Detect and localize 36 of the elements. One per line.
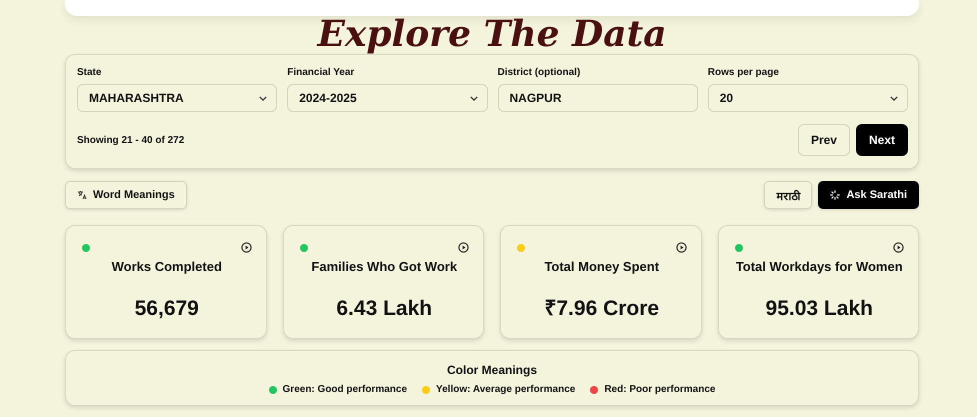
legend-label: Green: Good performance (282, 384, 407, 395)
metric-label: Families Who Got Work (311, 258, 458, 276)
play-icon[interactable] (676, 242, 686, 253)
next-button[interactable]: Next (856, 124, 908, 156)
select-field[interactable]: 2024-2025 (287, 84, 488, 112)
field-label: District (optional) (498, 67, 582, 78)
play-icon[interactable] (240, 242, 252, 253)
metric-label: Total Money Spent (544, 258, 660, 276)
metric-value: 95.03 Lakh (766, 297, 873, 321)
metric-value: 6.43 Lakh (336, 297, 432, 321)
metric-value: 56,679 (134, 297, 199, 321)
legend-label: Yellow: Average performance (436, 384, 576, 395)
legend-label: Red: Poor performance (604, 384, 716, 395)
prev-button[interactable]: Prev (798, 124, 850, 156)
metric-label: Works Completed (112, 258, 222, 276)
metric-label: Total Workdays for Women (736, 258, 903, 276)
input-field[interactable]: NAGPUR (498, 84, 698, 112)
select-field[interactable]: MAHARASHTRA (77, 84, 278, 112)
play-icon[interactable] (893, 242, 904, 253)
ask-sarathi-button[interactable]: Ask Sarathi (818, 181, 919, 209)
pagination-info: Showing 21 - 40 of 272 (77, 134, 184, 146)
legend-title: Color Meanings (446, 363, 537, 377)
field-label: Financial Year (287, 67, 356, 78)
page-title: Explore The Data (316, 14, 668, 54)
language-button[interactable]: मराठी (764, 181, 812, 209)
play-icon[interactable] (458, 242, 469, 253)
chevron-icon (259, 96, 268, 100)
field-label: Rows per page (708, 67, 780, 78)
chevron-icon (470, 96, 478, 100)
chevron-icon (890, 96, 898, 100)
metric-value: ₹7.96 Crore (544, 296, 660, 321)
translate-icon (77, 190, 87, 200)
loader-icon (830, 190, 840, 200)
select-field[interactable]: 20 (708, 84, 908, 112)
word-meanings-button[interactable]: Word Meanings (65, 181, 187, 209)
field-label: State (77, 67, 102, 78)
